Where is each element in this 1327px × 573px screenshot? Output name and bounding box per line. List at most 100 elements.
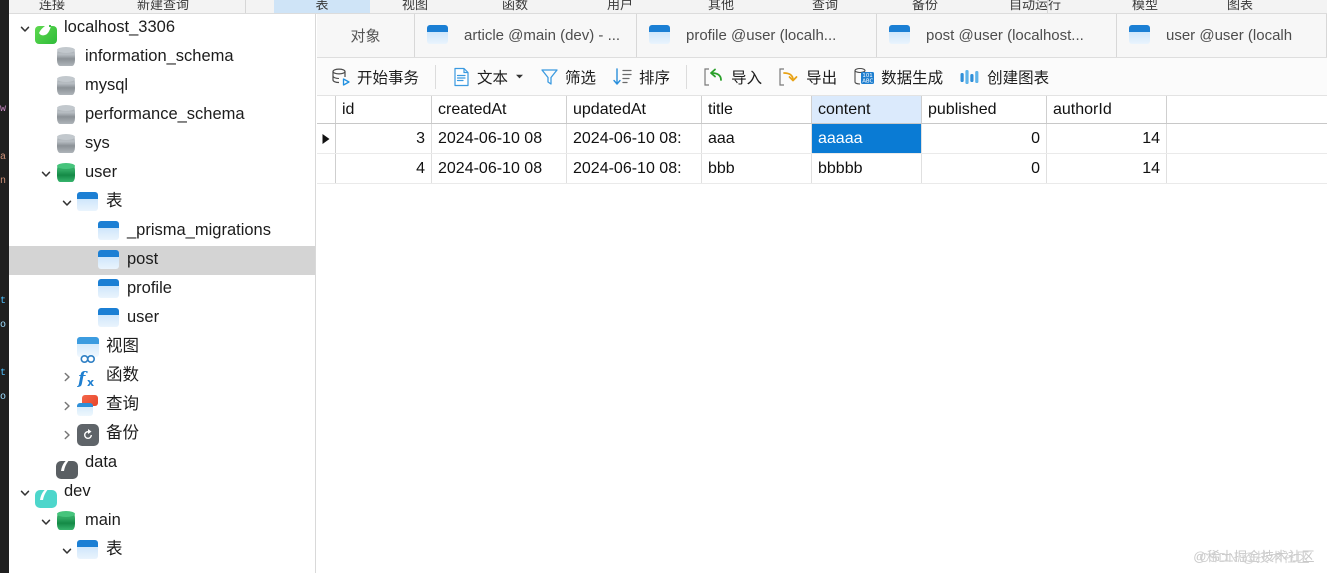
table-icon: [98, 307, 120, 330]
ribbon-item-label: 查询: [811, 0, 838, 12]
create-chart-icon: [959, 67, 981, 87]
toolbar-button-0[interactable]: 开始事务: [323, 62, 427, 92]
cell-published[interactable]: 0: [922, 154, 1047, 183]
column-header-content[interactable]: content: [812, 96, 922, 123]
toolbar-button-label: 导出: [806, 69, 838, 87]
column-header-title[interactable]: title: [702, 96, 812, 123]
ribbon-item-4[interactable]: 函数: [480, 0, 550, 13]
cell-authorId[interactable]: 14: [1047, 124, 1167, 153]
svg-text:ABC: ABC: [862, 78, 873, 84]
ribbon-item-label: 备份: [911, 0, 938, 12]
toolbar-button-7[interactable]: 创建图表: [951, 62, 1057, 92]
tab-2[interactable]: post @user (localhost...: [877, 14, 1117, 57]
ribbon-item-5[interactable]: 用户: [585, 0, 655, 13]
ribbon-item-1[interactable]: 新建查询: [108, 0, 218, 13]
tree-item-localhost_3306[interactable]: localhost_3306: [9, 14, 315, 44]
tree-item-label: data: [85, 453, 118, 472]
cell-authorId[interactable]: 14: [1047, 154, 1167, 183]
ribbon-item-9[interactable]: 自动运行: [985, 0, 1085, 13]
cell-createdAt[interactable]: 2024-06-10 08: [432, 124, 567, 153]
column-header-updatedAt[interactable]: updatedAt: [567, 96, 702, 123]
tree-item-[interactable]: 表: [9, 188, 315, 217]
cell-value: bbb: [708, 159, 735, 177]
tree-item-dev[interactable]: dev: [9, 478, 315, 508]
cell-updatedAt[interactable]: 2024-06-10 08:: [567, 154, 702, 183]
row-marker[interactable]: [317, 154, 336, 183]
tree-item-label: post: [127, 250, 159, 269]
chevron-down-icon[interactable]: [15, 478, 35, 507]
tree-item-[interactable]: 备份: [9, 420, 315, 449]
import-icon: [703, 67, 725, 87]
chevron-down-icon[interactable]: [15, 14, 35, 43]
ribbon-item-0[interactable]: 连接: [16, 0, 88, 13]
toolbar-button-1[interactable]: 文本: [444, 62, 532, 92]
cell-id[interactable]: 3: [336, 124, 432, 153]
data-grid[interactable]: id createdAt updatedAt title content publishe…: [317, 96, 1327, 184]
chevron-down-icon[interactable]: [515, 72, 524, 82]
chevron-down-icon[interactable]: [36, 159, 56, 188]
tree-item-[interactable]: f x 函数: [9, 362, 315, 391]
tree-item-performance_schema[interactable]: performance_schema: [9, 101, 315, 130]
tree-item-[interactable]: 表: [9, 536, 315, 565]
tree-item-main[interactable]: main: [9, 507, 315, 536]
cell-title[interactable]: bbb: [702, 154, 812, 183]
grid-toolbar[interactable]: 开始事务 文本 筛选 排序 导入 导出 101 ABC 数据生成 创建图表: [317, 58, 1327, 96]
cell-updatedAt[interactable]: 2024-06-10 08:: [567, 124, 702, 153]
tree-item-profile[interactable]: profile: [9, 275, 315, 304]
database-green-icon: [56, 162, 78, 185]
tab-0[interactable]: article @main (dev) - ...: [415, 14, 637, 57]
cell-title[interactable]: aaa: [702, 124, 812, 153]
ribbon-item-2[interactable]: 表: [274, 0, 370, 13]
tree-item-data[interactable]: data: [9, 449, 315, 479]
tree-item-user[interactable]: user: [9, 304, 315, 333]
toolbar-button-5[interactable]: 导出: [770, 62, 845, 92]
chevron-right-icon[interactable]: [57, 420, 77, 449]
toolbar-button-3[interactable]: 排序: [604, 62, 678, 92]
tab-strip[interactable]: 对象 article @main (dev) - ... profile @use…: [317, 14, 1327, 58]
toolbar-button-6[interactable]: 101 ABC 数据生成: [845, 62, 951, 92]
toolbar-button-4[interactable]: 导入: [695, 62, 770, 92]
table-row[interactable]: 3 2024-06-10 08 2024-06-10 08: aaa aaaaa 0 14: [317, 124, 1327, 154]
cell-content[interactable]: bbbbb: [812, 154, 922, 183]
cell-published[interactable]: 0: [922, 124, 1047, 153]
ribbon-item-7[interactable]: 查询: [790, 0, 860, 13]
toolbar-button-2[interactable]: 筛选: [532, 62, 604, 92]
editor-code-fragment: o: [0, 392, 7, 403]
tab-objects[interactable]: 对象: [317, 14, 415, 57]
chevron-down-icon[interactable]: [57, 536, 77, 565]
object-tree-sidebar[interactable]: localhost_3306 information_schema mysql per…: [9, 14, 316, 573]
chevron-right-icon[interactable]: [57, 391, 77, 420]
tree-item-sys[interactable]: sys: [9, 130, 315, 159]
cell-value: 2024-06-10 08: [438, 159, 543, 177]
column-header-id[interactable]: id: [336, 96, 432, 123]
tree-item-label: _prisma_migrations: [127, 221, 271, 240]
chevron-down-icon[interactable]: [36, 507, 56, 536]
ribbon-item-10[interactable]: 模型: [1110, 0, 1180, 13]
ribbon-item-8[interactable]: 备份: [890, 0, 960, 13]
tab-3[interactable]: user @user (localh: [1117, 14, 1327, 57]
tree-item-post[interactable]: post: [9, 246, 315, 275]
export-icon: [778, 67, 800, 87]
tree-item-mysql[interactable]: mysql: [9, 72, 315, 101]
column-header-authorId[interactable]: authorId: [1047, 96, 1167, 123]
tree-item-information_schema[interactable]: information_schema: [9, 43, 315, 72]
tab-1[interactable]: profile @user (localh...: [637, 14, 877, 57]
tree-item-_prisma_migrations[interactable]: _prisma_migrations: [9, 217, 315, 246]
cell-createdAt[interactable]: 2024-06-10 08: [432, 154, 567, 183]
tree-item-[interactable]: 视图: [9, 333, 315, 363]
ribbon-item-3[interactable]: 视图: [380, 0, 450, 13]
cell-id[interactable]: 4: [336, 154, 432, 183]
cell-content[interactable]: aaaaa: [812, 124, 922, 153]
column-header-published[interactable]: published: [922, 96, 1047, 123]
tree-item-[interactable]: 查询: [9, 391, 315, 420]
chevron-down-icon[interactable]: [57, 188, 77, 217]
chevron-right-icon[interactable]: [57, 362, 77, 391]
ribbon-item-6[interactable]: 其他: [686, 0, 756, 13]
ribbon-item-11[interactable]: 图表: [1205, 0, 1275, 13]
cell-value: 3: [416, 129, 425, 147]
column-header-createdAt[interactable]: createdAt: [432, 96, 567, 123]
row-marker[interactable]: [317, 124, 336, 153]
tree-item-user[interactable]: user: [9, 159, 315, 188]
table-row[interactable]: 4 2024-06-10 08 2024-06-10 08: bbb bbbbb 0 14: [317, 154, 1327, 184]
